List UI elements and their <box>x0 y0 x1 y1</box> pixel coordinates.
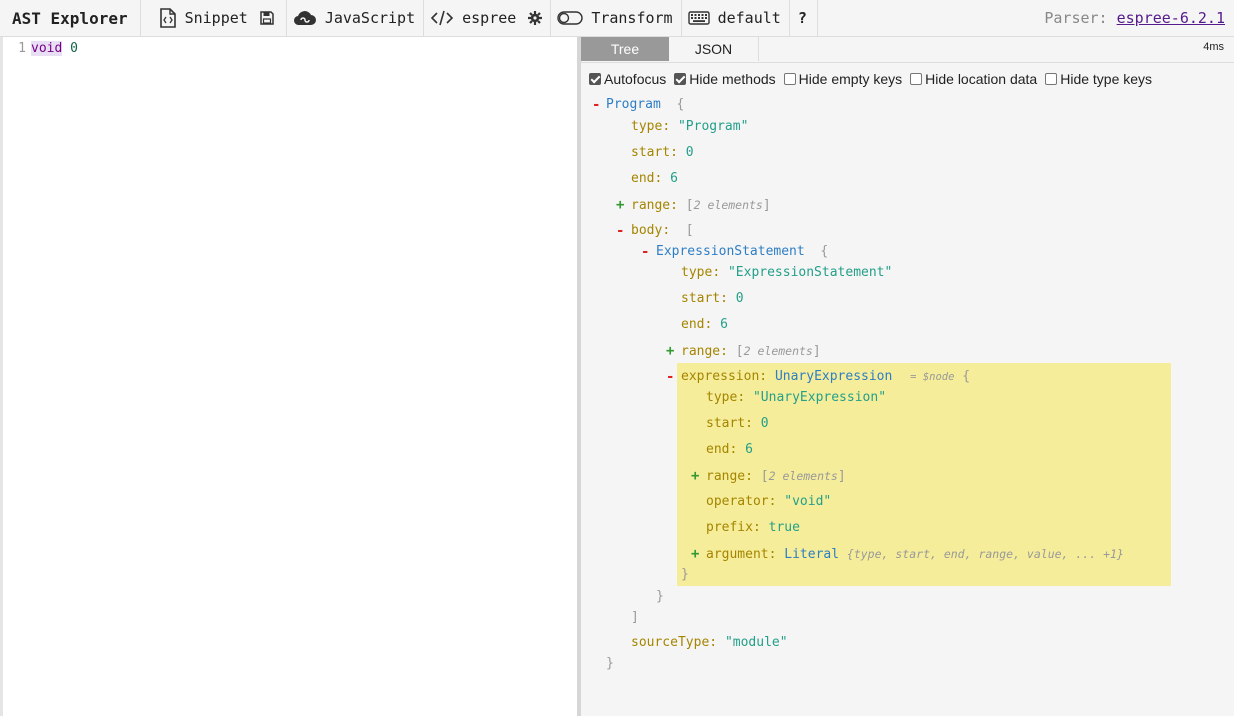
language-label: JavaScript <box>324 9 416 27</box>
tree-row-start: start: 0 <box>681 291 744 306</box>
language-select[interactable]: JavaScript <box>287 0 421 37</box>
parser-select[interactable]: espree <box>424 0 522 37</box>
tree-row-type: type: "UnaryExpression" <box>706 390 887 405</box>
node-type: Program <box>606 97 661 112</box>
tree-row-type: type: "ExpressionStatement" <box>681 265 893 280</box>
tree-row-argument[interactable]: + argument: Literal {type, start, end, r… <box>691 544 1124 564</box>
expand-toggle[interactable]: + <box>616 195 626 215</box>
save-icon <box>260 11 274 25</box>
code-number: 0 <box>70 41 78 56</box>
help-button[interactable]: ? <box>790 0 818 37</box>
node-annotation: = $node <box>910 371 955 383</box>
transform-toggle[interactable]: Transform <box>551 0 678 37</box>
expand-toggle[interactable]: + <box>691 466 701 486</box>
collapse-toggle[interactable]: - <box>666 367 676 387</box>
toolbar: AST Explorer Snippet JavaScript espree T… <box>0 0 1234 37</box>
parser-label: espree <box>462 9 517 27</box>
transform-label: Transform <box>591 9 673 27</box>
tree-row-end: end: 6 <box>706 442 753 457</box>
collapse-toggle[interactable]: - <box>641 242 651 262</box>
keyboard-icon <box>687 11 710 25</box>
tree-row-start: start: 0 <box>631 145 694 160</box>
parser-settings-button[interactable] <box>522 0 548 37</box>
collapse-toggle[interactable]: - <box>616 221 626 241</box>
tree-row-source-type: sourceType: "module" <box>631 635 788 650</box>
line-number: 1 <box>18 41 26 56</box>
tree-row-expression-statement[interactable]: - ExpressionStatement { <box>641 242 828 262</box>
toggle-off-icon <box>557 10 584 26</box>
closing-brace: } <box>606 656 614 671</box>
code-editor[interactable]: 1 void 0 <box>0 37 577 716</box>
code-icon <box>430 10 454 26</box>
parser-info: Parser: espree-6.2.1 <box>1044 0 1225 37</box>
parser-version-link[interactable]: espree-6.2.1 <box>1117 9 1225 27</box>
tree-row-range[interactable]: + range: [2 elements] <box>616 195 771 215</box>
collapse-toggle[interactable]: - <box>592 95 602 115</box>
editor-line: 1 void 0 <box>3 41 78 57</box>
tree-row-prefix: prefix: true <box>706 520 800 535</box>
help-label: ? <box>797 9 807 27</box>
closing-bracket: ] <box>631 610 639 625</box>
keymap-label: default <box>717 9 781 27</box>
save-button[interactable] <box>254 0 280 37</box>
tree-row-operator: operator: "void" <box>706 494 832 509</box>
code-keyword: void <box>31 41 63 56</box>
tree-row-range[interactable]: + range: [2 elements] <box>691 466 846 486</box>
gear-icon <box>528 11 543 25</box>
tree-row-start: start: 0 <box>706 416 769 431</box>
cloud-icon <box>293 9 317 27</box>
closing-brace: } <box>681 567 689 582</box>
tree-row-range[interactable]: + range: [2 elements] <box>666 341 821 361</box>
tree-row-end: end: 6 <box>631 171 678 186</box>
closing-brace: } <box>656 589 664 604</box>
tree-row-type: type: "Program" <box>631 119 749 134</box>
snippet-button[interactable]: Snippet <box>153 0 254 37</box>
tree-row-expression[interactable]: - expression: UnaryExpression = $node { <box>666 367 970 387</box>
tree-row-program[interactable]: - Program { <box>592 95 684 115</box>
ast-tree: - Program { type: "Program" start: 0 end… <box>581 37 1234 716</box>
output-panel: Tree JSON 4ms Autofocus Hide methods Hid… <box>581 37 1234 716</box>
expand-toggle[interactable]: + <box>666 341 676 361</box>
tree-row-end: end: 6 <box>681 317 728 332</box>
snippet-label: Snippet <box>184 9 248 27</box>
parser-prefix: Parser: <box>1044 9 1108 27</box>
expand-toggle[interactable]: + <box>691 544 701 564</box>
app-title: AST Explorer <box>0 0 141 37</box>
file-code-icon <box>159 8 177 28</box>
tree-row-body[interactable]: - body: [ <box>616 221 694 241</box>
keymap-select[interactable]: default <box>682 0 787 37</box>
